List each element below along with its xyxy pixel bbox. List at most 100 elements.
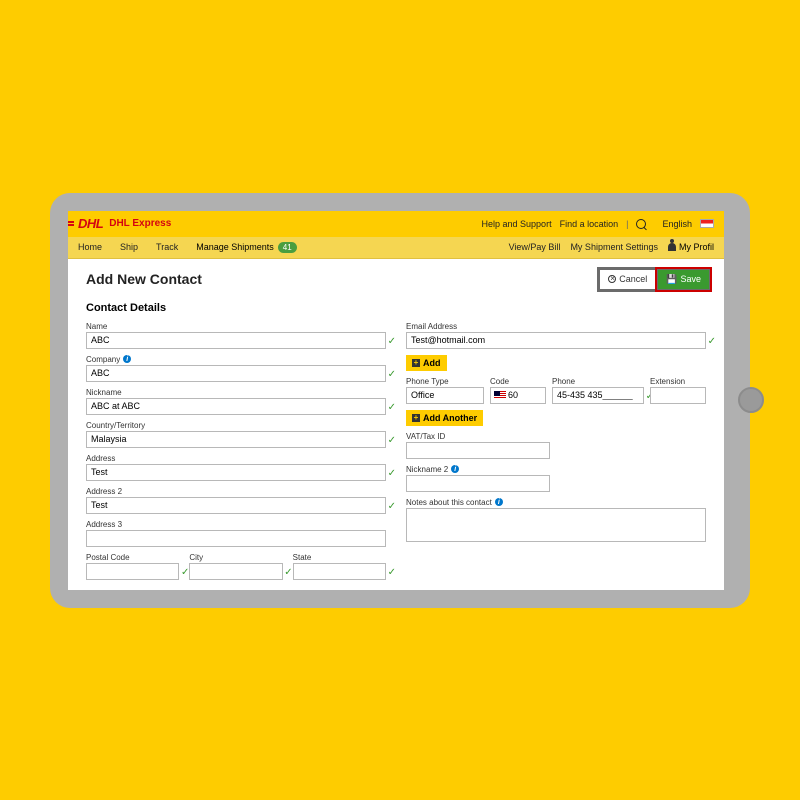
content: Add New Contact Cancel 💾 Save Contact De…	[68, 259, 724, 590]
title-bar: Add New Contact Cancel 💾 Save	[80, 259, 712, 298]
nickname-label: Nickname	[86, 388, 386, 397]
shipment-settings[interactable]: My Shipment Settings	[570, 242, 658, 252]
top-utilities: Help and Support Find a location | Engli…	[482, 219, 714, 229]
postal-city-state-row: Postal Code ✓ City ✓ State ✓	[86, 553, 386, 580]
my-profile[interactable]: My Profil	[668, 242, 714, 252]
check-icon: ✓	[388, 369, 396, 380]
nickname2-input[interactable]	[406, 475, 550, 492]
field-nickname: Nickname ✓	[86, 388, 386, 415]
check-icon: ✓	[388, 567, 396, 578]
nav-home[interactable]: Home	[78, 242, 102, 252]
check-icon: ✓	[388, 501, 396, 512]
cancel-button[interactable]: Cancel	[600, 270, 655, 289]
add-another-button[interactable]: + Add Another	[406, 410, 483, 426]
shipments-badge: 41	[278, 242, 297, 253]
field-country: Country/Territory ✓	[86, 421, 386, 448]
postal-input[interactable]	[86, 563, 179, 580]
flag-icon	[700, 219, 714, 228]
field-name: Name ✓	[86, 322, 386, 349]
add-label: Add	[423, 358, 441, 368]
state-input[interactable]	[293, 563, 386, 580]
dhl-logo: DHL	[78, 216, 103, 231]
field-nickname2: Nickname 2 i	[406, 465, 550, 492]
nickname-input[interactable]	[86, 398, 386, 415]
field-code: Code	[490, 377, 546, 404]
address-label: Address	[86, 454, 386, 463]
name-label: Name	[86, 322, 386, 331]
field-phone: Phone ✓	[552, 377, 644, 404]
vat-input[interactable]	[406, 442, 550, 459]
nav-ship[interactable]: Ship	[120, 242, 138, 252]
code-input[interactable]	[508, 388, 536, 403]
notes-input[interactable]	[406, 508, 706, 542]
field-notes: Notes about this contact i	[406, 498, 706, 542]
phone-type-label: Phone Type	[406, 377, 484, 386]
info-icon[interactable]: i	[123, 355, 131, 363]
company-input[interactable]	[86, 365, 386, 382]
field-postal: Postal Code ✓	[86, 553, 179, 580]
form: Name ✓ Company i ✓ Nickname	[80, 322, 712, 580]
check-icon: ✓	[388, 468, 396, 479]
add-another-label: Add Another	[423, 413, 477, 423]
field-email: Email Address ✓	[406, 322, 706, 349]
language-selector[interactable]: English	[662, 219, 692, 229]
form-left-column: Name ✓ Company i ✓ Nickname	[86, 322, 386, 580]
field-city: City ✓	[189, 553, 282, 580]
brand: DHL DHL Express	[78, 216, 171, 231]
city-input[interactable]	[189, 563, 282, 580]
plus-icon: +	[412, 414, 420, 422]
page-title: Add New Contact	[86, 271, 202, 287]
plus-icon: +	[412, 359, 420, 367]
ext-input[interactable]	[650, 387, 706, 404]
search-icon[interactable]	[636, 219, 646, 229]
product-name: DHL Express	[109, 218, 171, 229]
add-email-button[interactable]: + Add	[406, 355, 447, 371]
check-icon: ✓	[388, 402, 396, 413]
address-input[interactable]	[86, 464, 386, 481]
nav-right: View/Pay Bill My Shipment Settings My Pr…	[509, 242, 714, 252]
postal-label: Postal Code	[86, 553, 179, 562]
field-state: State ✓	[293, 553, 386, 580]
field-address2: Address 2 ✓	[86, 487, 386, 514]
name-input[interactable]	[86, 332, 386, 349]
field-company: Company i ✓	[86, 355, 386, 382]
field-vat: VAT/Tax ID	[406, 432, 550, 459]
cancel-icon	[608, 275, 616, 283]
address2-label: Address 2	[86, 487, 386, 496]
phone-type-select[interactable]: Office	[406, 387, 484, 404]
field-address3: Address 3	[86, 520, 386, 547]
divider: |	[626, 219, 628, 229]
info-icon[interactable]: i	[451, 465, 459, 473]
notes-label: Notes about this contact i	[406, 498, 706, 507]
field-extension: Extension	[650, 377, 706, 404]
app-screen: DHL DHL Express Help and Support Find a …	[68, 211, 724, 590]
check-icon: ✓	[388, 435, 396, 446]
check-icon: ✓	[388, 336, 396, 347]
address2-input[interactable]	[86, 497, 386, 514]
nav-manage-label: Manage Shipments	[196, 242, 274, 252]
field-address: Address ✓	[86, 454, 386, 481]
vat-label: VAT/Tax ID	[406, 432, 550, 441]
ext-label: Extension	[650, 377, 706, 386]
save-button[interactable]: 💾 Save	[658, 270, 709, 289]
nav-manage[interactable]: Manage Shipments 41	[196, 242, 296, 253]
check-icon: ✓	[284, 567, 292, 578]
code-input-wrap	[490, 387, 546, 404]
phone-label: Phone	[552, 377, 644, 386]
check-icon: ✓	[181, 567, 189, 578]
help-link[interactable]: Help and Support	[482, 219, 552, 229]
phone-input[interactable]	[552, 387, 644, 404]
my-profile-label: My Profil	[679, 242, 714, 252]
country-input[interactable]	[86, 431, 386, 448]
email-input[interactable]	[406, 332, 706, 349]
info-icon[interactable]: i	[495, 498, 503, 506]
address3-label: Address 3	[86, 520, 386, 529]
address3-input[interactable]	[86, 530, 386, 547]
action-bar: Cancel 💾 Save	[597, 267, 712, 292]
find-location-link[interactable]: Find a location	[560, 219, 619, 229]
email-label: Email Address	[406, 322, 706, 331]
save-icon: 💾	[666, 274, 677, 285]
view-pay-bill[interactable]: View/Pay Bill	[509, 242, 561, 252]
save-label: Save	[680, 274, 701, 284]
nav-track[interactable]: Track	[156, 242, 178, 252]
